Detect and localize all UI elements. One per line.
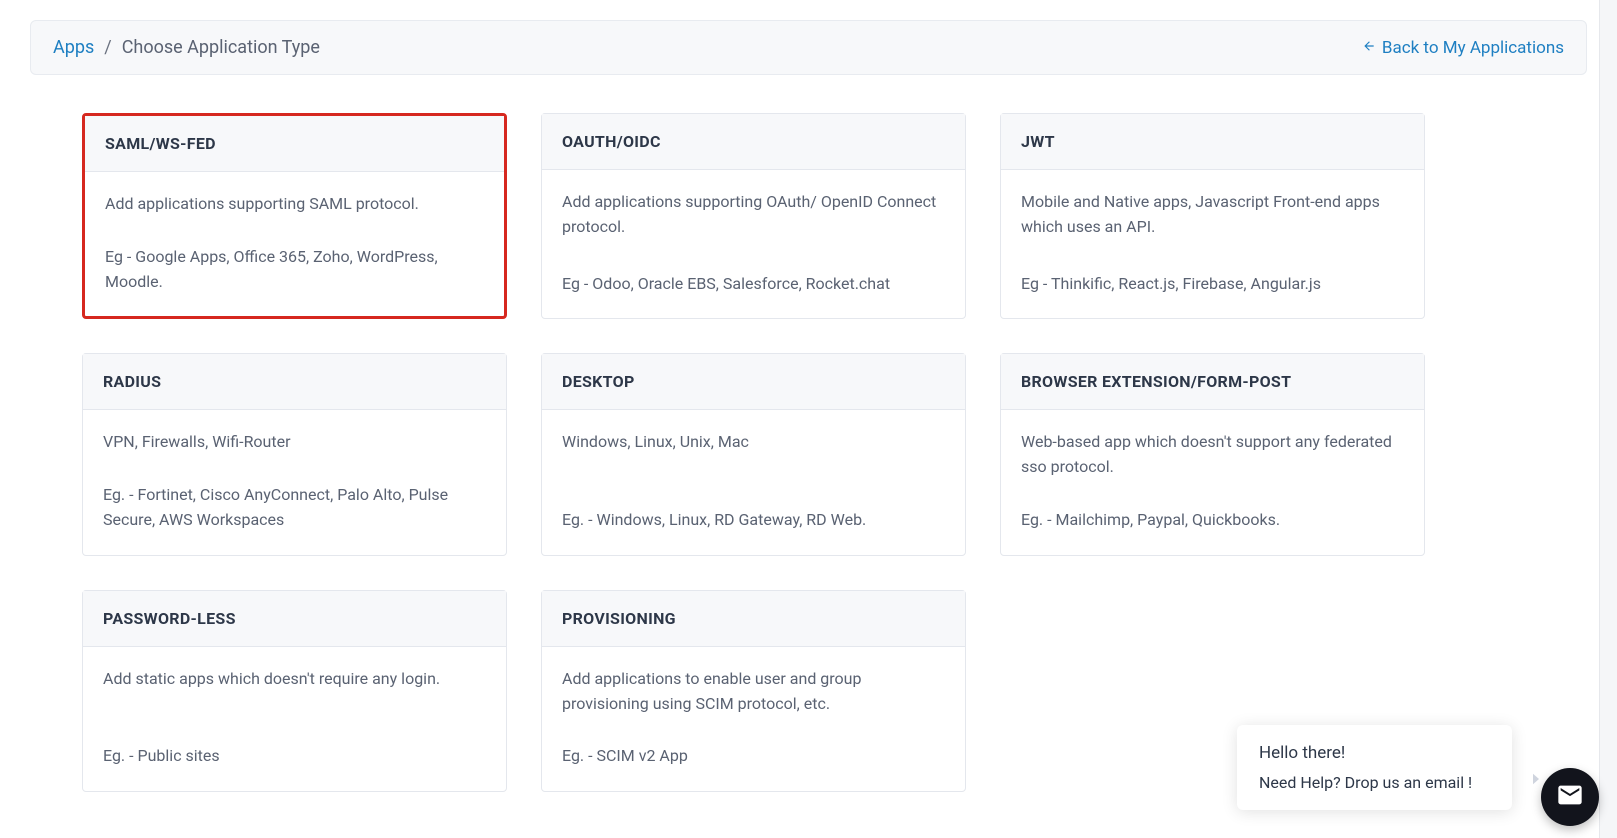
page-container: Apps / Choose Application Type Back to M… xyxy=(0,0,1617,812)
card-description: Windows, Linux, Unix, Mac xyxy=(562,430,945,455)
breadcrumb: Apps / Choose Application Type xyxy=(53,37,320,58)
card-title: JWT xyxy=(1021,132,1404,151)
card-example: Eg. - Fortinet, Cisco AnyConnect, Palo A… xyxy=(103,483,486,533)
card-description: Add static apps which doesn't require an… xyxy=(103,667,486,692)
card-body: Windows, Linux, Unix, Mac Eg. - Windows,… xyxy=(542,410,965,554)
card-description: VPN, Firewalls, Wifi-Router xyxy=(103,430,486,455)
card-oauth-oidc[interactable]: OAUTH/OIDC Add applications supporting O… xyxy=(541,113,966,319)
card-example: Eg - Google Apps, Office 365, Zoho, Word… xyxy=(105,245,484,295)
card-body: VPN, Firewalls, Wifi-Router Eg. - Fortin… xyxy=(83,410,506,554)
chat-popup[interactable]: Hello there! Need Help? Drop us an email… xyxy=(1237,725,1512,810)
card-example: Eg - Thinkific, React.js, Firebase, Angu… xyxy=(1021,272,1404,297)
card-title: BROWSER EXTENSION/FORM-POST xyxy=(1021,372,1404,391)
card-body: Add applications supporting OAuth/ OpenI… xyxy=(542,170,965,318)
card-body: Add applications supporting SAML protoco… xyxy=(85,172,504,316)
card-example: Eg. - Mailchimp, Paypal, Quickbooks. xyxy=(1021,508,1404,533)
breadcrumb-current: Choose Application Type xyxy=(122,37,320,58)
card-title: PROVISIONING xyxy=(562,609,945,628)
card-header: SAML/WS-FED xyxy=(85,116,504,172)
chat-fab-button[interactable] xyxy=(1541,768,1599,826)
card-example: Eg. - SCIM v2 App xyxy=(562,744,945,769)
breadcrumb-apps-link[interactable]: Apps xyxy=(53,37,94,58)
card-title: PASSWORD-LESS xyxy=(103,609,486,628)
card-browser-extension[interactable]: BROWSER EXTENSION/FORM-POST Web-based ap… xyxy=(1000,353,1425,555)
card-header: JWT xyxy=(1001,114,1424,170)
card-saml-wsfed[interactable]: SAML/WS-FED Add applications supporting … xyxy=(82,113,507,319)
card-body: Add applications to enable user and grou… xyxy=(542,647,965,791)
card-password-less[interactable]: PASSWORD-LESS Add static apps which does… xyxy=(82,590,507,792)
chat-help-text: Need Help? Drop us an email ! xyxy=(1259,773,1490,792)
card-body: Add static apps which doesn't require an… xyxy=(83,647,506,791)
card-header: PASSWORD-LESS xyxy=(83,591,506,647)
card-header: PROVISIONING xyxy=(542,591,965,647)
card-title: OAUTH/OIDC xyxy=(562,132,945,151)
card-description: Add applications to enable user and grou… xyxy=(562,667,945,717)
card-body: Mobile and Native apps, Javascript Front… xyxy=(1001,170,1424,318)
card-body: Web-based app which doesn't support any … xyxy=(1001,410,1424,554)
card-example: Eg - Odoo, Oracle EBS, Salesforce, Rocke… xyxy=(562,272,945,297)
back-to-apps-link[interactable]: Back to My Applications xyxy=(1362,38,1564,58)
breadcrumb-separator: / xyxy=(104,37,111,58)
arrow-left-icon xyxy=(1362,38,1376,58)
card-header: BROWSER EXTENSION/FORM-POST xyxy=(1001,354,1424,410)
card-description: Web-based app which doesn't support any … xyxy=(1021,430,1404,480)
card-description: Add applications supporting SAML protoco… xyxy=(105,192,484,217)
card-title: RADIUS xyxy=(103,372,486,391)
card-provisioning[interactable]: PROVISIONING Add applications to enable … xyxy=(541,590,966,792)
header-bar: Apps / Choose Application Type Back to M… xyxy=(30,20,1587,75)
card-example: Eg. - Windows, Linux, RD Gateway, RD Web… xyxy=(562,508,945,533)
card-description: Add applications supporting OAuth/ OpenI… xyxy=(562,190,945,240)
card-title: SAML/WS-FED xyxy=(105,134,484,153)
chat-greeting: Hello there! xyxy=(1259,743,1490,763)
card-jwt[interactable]: JWT Mobile and Native apps, Javascript F… xyxy=(1000,113,1425,319)
card-radius[interactable]: RADIUS VPN, Firewalls, Wifi-Router Eg. -… xyxy=(82,353,507,555)
content-area: SAML/WS-FED Add applications supporting … xyxy=(30,75,1587,792)
card-description: Mobile and Native apps, Javascript Front… xyxy=(1021,190,1404,240)
mail-icon xyxy=(1556,781,1584,813)
back-link-label: Back to My Applications xyxy=(1382,38,1564,58)
card-header: OAUTH/OIDC xyxy=(542,114,965,170)
card-title: DESKTOP xyxy=(562,372,945,391)
card-example: Eg. - Public sites xyxy=(103,744,486,769)
card-header: RADIUS xyxy=(83,354,506,410)
card-header: DESKTOP xyxy=(542,354,965,410)
scrollbar-track[interactable] xyxy=(1599,0,1617,838)
card-desktop[interactable]: DESKTOP Windows, Linux, Unix, Mac Eg. - … xyxy=(541,353,966,555)
card-grid: SAML/WS-FED Add applications supporting … xyxy=(82,113,1535,792)
